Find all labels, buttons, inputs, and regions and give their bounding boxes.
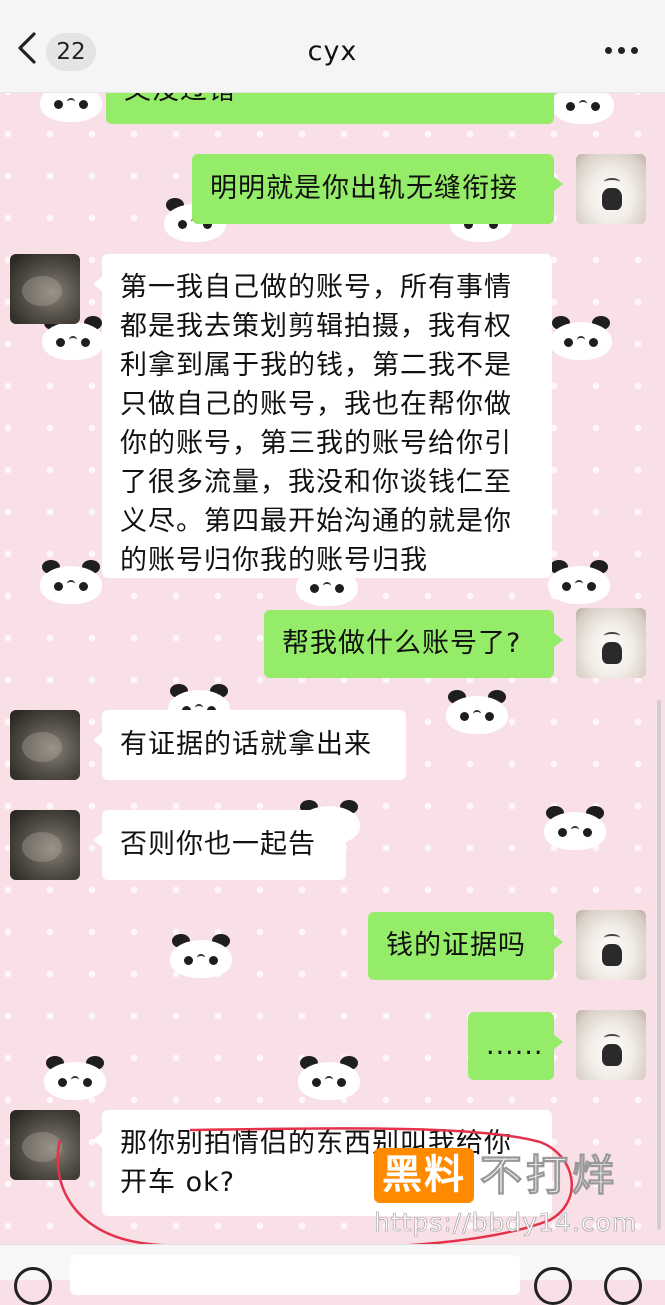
- watermark: 黑料 不打烊 https://bbdy14.com: [374, 1148, 656, 1258]
- message-bubble-sent[interactable]: 帮我做什么账号了?: [264, 610, 563, 678]
- chat-header: 22 cyx: [0, 0, 665, 93]
- panda-sticker-icon: [36, 560, 106, 604]
- contact-avatar[interactable]: [10, 710, 80, 780]
- plus-icon[interactable]: [604, 1267, 642, 1305]
- scrollbar[interactable]: [657, 700, 661, 1230]
- message-text: 否则你也一起告: [120, 829, 316, 860]
- message-bubble-sent[interactable]: 明明就是你出轨无缝衔接: [192, 154, 563, 224]
- message-text: 有证据的话就拿出来: [120, 729, 372, 760]
- panda-sticker-icon: [442, 690, 512, 734]
- my-avatar[interactable]: [576, 154, 646, 224]
- emoji-icon[interactable]: [534, 1267, 572, 1305]
- message-bubble-sent[interactable]: ......: [468, 1012, 563, 1080]
- panda-sticker-icon: [544, 560, 614, 604]
- panda-sticker-icon: [166, 934, 236, 978]
- message-bubble-received[interactable]: 有证据的话就拿出来: [93, 710, 406, 780]
- message-bubble-sent[interactable]: 钱的证据吗: [368, 912, 563, 980]
- my-avatar[interactable]: [576, 910, 646, 980]
- panda-sticker-icon: [546, 316, 616, 360]
- watermark-text: 不打烊: [479, 1151, 619, 1201]
- my-avatar[interactable]: [576, 1010, 646, 1080]
- message-text: 帮我做什么账号了?: [282, 628, 522, 659]
- message-text: ......: [486, 1030, 544, 1061]
- my-avatar[interactable]: [576, 608, 646, 678]
- message-bubble-received[interactable]: 第一我自己做的账号，所有事情 都是我去策划剪辑拍摄，我有权 利拿到属于我的钱，第…: [93, 254, 552, 578]
- input-toolbar: [0, 1244, 665, 1305]
- panda-sticker-icon: [40, 1056, 110, 1100]
- panda-sticker-icon: [540, 806, 610, 850]
- more-options-icon[interactable]: [605, 47, 639, 55]
- contact-avatar[interactable]: [10, 810, 80, 880]
- watermark-logo: 黑料: [374, 1148, 474, 1203]
- contact-avatar[interactable]: [10, 254, 80, 324]
- watermark-url: https://bbdy14.com: [374, 1208, 638, 1238]
- voice-input-icon[interactable]: [14, 1267, 52, 1305]
- message-text: 明明就是你出轨无缝衔接: [210, 173, 518, 204]
- panda-sticker-icon: [294, 1056, 364, 1100]
- message-text: 钱的证据吗: [386, 930, 526, 961]
- message-text: 第一我自己做的账号，所有事情 都是我去策划剪辑拍摄，我有权 利拿到属于我的钱，第…: [120, 272, 512, 576]
- chat-title: cyx: [307, 36, 358, 67]
- message-bubble-received[interactable]: 否则你也一起告: [93, 810, 346, 880]
- message-input[interactable]: [70, 1255, 520, 1295]
